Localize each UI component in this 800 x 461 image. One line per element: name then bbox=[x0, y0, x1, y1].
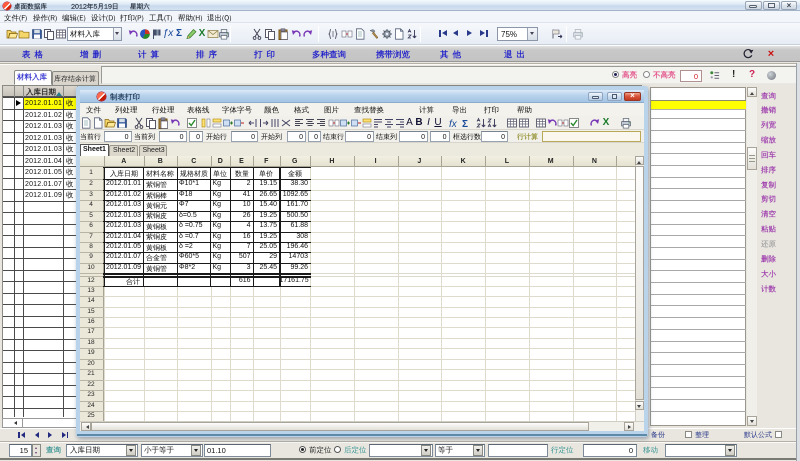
svg-text:fx: fx bbox=[449, 119, 458, 129]
svg-text:Σ: Σ bbox=[462, 119, 468, 129]
